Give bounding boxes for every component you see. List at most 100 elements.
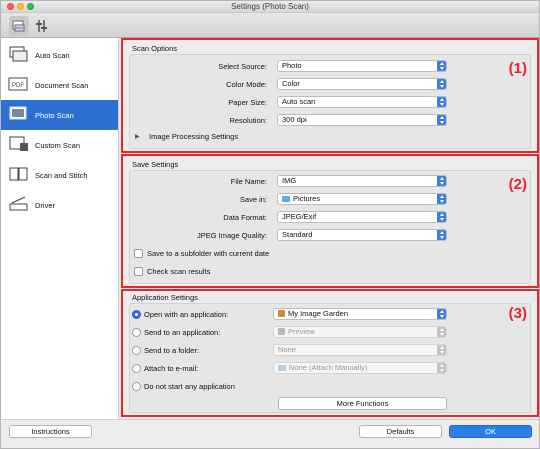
- open-with-application-label: Open with an application:: [144, 310, 229, 319]
- paper-size-value: Auto scan: [282, 97, 316, 106]
- scan-from-computer-icon: [12, 20, 25, 32]
- select-source-value: Photo: [282, 61, 302, 70]
- check-scan-results-checkbox[interactable]: [134, 267, 143, 276]
- paper-size-dropdown[interactable]: Auto scan: [277, 96, 447, 108]
- folder-icon: [282, 196, 290, 202]
- open-with-application-radio[interactable]: [132, 310, 141, 319]
- chevron-up-down-icon: [437, 212, 446, 222]
- chevron-up-down-icon: [437, 115, 446, 125]
- color-mode-dropdown[interactable]: Color: [277, 78, 447, 90]
- jpeg-quality-dropdown[interactable]: Standard: [277, 229, 447, 241]
- sidebar-item-label: Auto Scan: [35, 51, 70, 60]
- sidebar-item-label: Document Scan: [35, 81, 89, 90]
- instructions-button[interactable]: Instructions: [9, 425, 92, 438]
- window-title: Settings (Photo Scan): [231, 2, 309, 11]
- data-format-label: Data Format:: [223, 213, 267, 222]
- open-with-application-dropdown[interactable]: My Image Garden: [273, 308, 447, 320]
- section-badge: (2): [508, 176, 527, 193]
- bottom-bar: Instructions Defaults OK: [1, 419, 539, 448]
- select-source-label: Select Source:: [218, 62, 267, 71]
- scan-options-title: Scan Options: [132, 44, 178, 53]
- sidebar-item-label: Photo Scan: [35, 111, 74, 120]
- sidebar-item-driver[interactable]: Driver: [1, 190, 118, 220]
- send-to-folder-radio[interactable]: [132, 346, 141, 355]
- scan-options-section: Scan Options (1) Select Source: Photo Co…: [121, 38, 539, 153]
- send-to-application-label: Send to an application:: [144, 328, 221, 337]
- sidebar-item-label: Scan and Stitch: [35, 171, 88, 180]
- sidebar-item-photo-scan[interactable]: Photo Scan: [1, 100, 118, 130]
- jpeg-quality-label: JPEG Image Quality:: [196, 231, 267, 240]
- defaults-button[interactable]: Defaults: [359, 425, 442, 438]
- data-format-value: JPEG/Exif: [282, 212, 317, 221]
- image-processing-settings-toggle[interactable]: Image Processing Settings: [149, 132, 238, 141]
- data-format-dropdown[interactable]: JPEG/Exif: [277, 211, 447, 223]
- save-in-dropdown[interactable]: Pictures: [277, 193, 447, 205]
- sidebar-item-custom-scan[interactable]: Custom Scan: [1, 130, 118, 160]
- mail-app-icon: [278, 365, 286, 371]
- section-badge: (3): [508, 305, 527, 322]
- title-bar: Settings (Photo Scan): [1, 1, 539, 13]
- resolution-label: Resolution:: [229, 116, 267, 125]
- open-with-application-value: My Image Garden: [288, 309, 349, 318]
- color-mode-label: Color Mode:: [226, 80, 267, 89]
- file-name-value: IMG: [282, 176, 297, 185]
- save-in-value: Pictures: [293, 194, 321, 203]
- file-name-combobox[interactable]: IMG: [277, 175, 447, 187]
- sidebar-item-auto-scan[interactable]: Auto Scan: [1, 40, 118, 70]
- send-to-application-value: Preview: [288, 327, 315, 336]
- chevron-up-down-icon: [437, 327, 446, 337]
- custom-scan-icon: [9, 136, 28, 151]
- sidebar: Auto Scan PDF Document Scan Photo Scan C…: [1, 38, 119, 419]
- chevron-up-down-icon: [437, 363, 446, 373]
- save-settings-section: Save Settings (2) File Name: IMG Save in…: [121, 154, 539, 288]
- resolution-value: 300 dpi: [282, 115, 307, 124]
- attach-to-email-dropdown[interactable]: None (Attach Manually): [273, 362, 447, 374]
- subfolder-checkbox-label: Save to a subfolder with current date: [147, 249, 270, 258]
- scan-from-computer-tab[interactable]: [9, 16, 29, 36]
- file-name-label: File Name:: [230, 177, 267, 186]
- section-badge: (1): [508, 60, 527, 77]
- ok-button[interactable]: OK: [449, 425, 532, 438]
- preview-app-icon: [278, 328, 285, 335]
- chevron-up-down-icon: [437, 194, 446, 204]
- chevron-up-down-icon: [437, 345, 446, 355]
- color-mode-value: Color: [282, 79, 300, 88]
- subfolder-checkbox[interactable]: [134, 249, 143, 258]
- sidebar-item-scan-and-stitch[interactable]: Scan and Stitch: [1, 160, 118, 190]
- driver-icon: [9, 196, 28, 211]
- settings-content: Scan Options (1) Select Source: Photo Co…: [119, 38, 539, 419]
- disclosure-triangle-icon[interactable]: ▶: [135, 133, 140, 140]
- chevron-up-down-icon: [437, 309, 446, 319]
- check-scan-results-label: Check scan results: [147, 267, 211, 276]
- attach-to-email-value: None (Attach Manually): [289, 363, 368, 372]
- general-settings-icon: [36, 20, 47, 32]
- general-settings-tab[interactable]: [32, 16, 52, 36]
- svg-text:PDF: PDF: [12, 83, 24, 89]
- do-not-start-application-label: Do not start any application: [144, 382, 235, 391]
- select-source-dropdown[interactable]: Photo: [277, 60, 447, 72]
- chevron-up-down-icon: [437, 97, 446, 107]
- attach-to-email-label: Attach to e-mail:: [144, 364, 199, 373]
- document-scan-icon: PDF: [8, 77, 28, 91]
- attach-to-email-radio[interactable]: [132, 364, 141, 373]
- jpeg-quality-value: Standard: [282, 230, 313, 239]
- save-settings-title: Save Settings: [132, 160, 179, 169]
- chevron-up-down-icon: [437, 176, 446, 186]
- application-settings-section: Application Settings (3) Open with an ap…: [121, 289, 539, 417]
- save-in-label: Save in:: [239, 195, 267, 204]
- more-functions-button[interactable]: More Functions: [278, 397, 447, 410]
- settings-window: Settings (Photo Scan) Auto Scan PDF Docu…: [0, 0, 540, 449]
- sidebar-item-label: Custom Scan: [35, 141, 81, 150]
- resolution-dropdown[interactable]: 300 dpi: [277, 114, 447, 126]
- do-not-start-application-radio[interactable]: [132, 382, 141, 391]
- paper-size-label: Paper Size:: [228, 98, 267, 107]
- application-settings-title: Application Settings: [132, 293, 198, 302]
- chevron-up-down-icon: [437, 61, 446, 71]
- auto-scan-icon: [9, 46, 28, 62]
- send-to-application-radio[interactable]: [132, 328, 141, 337]
- send-to-folder-dropdown[interactable]: None: [273, 344, 447, 356]
- chevron-up-down-icon: [437, 230, 446, 240]
- send-to-folder-label: Send to a folder:: [144, 346, 200, 355]
- sidebar-item-document-scan[interactable]: PDF Document Scan: [1, 70, 118, 100]
- send-to-application-dropdown[interactable]: Preview: [273, 326, 447, 338]
